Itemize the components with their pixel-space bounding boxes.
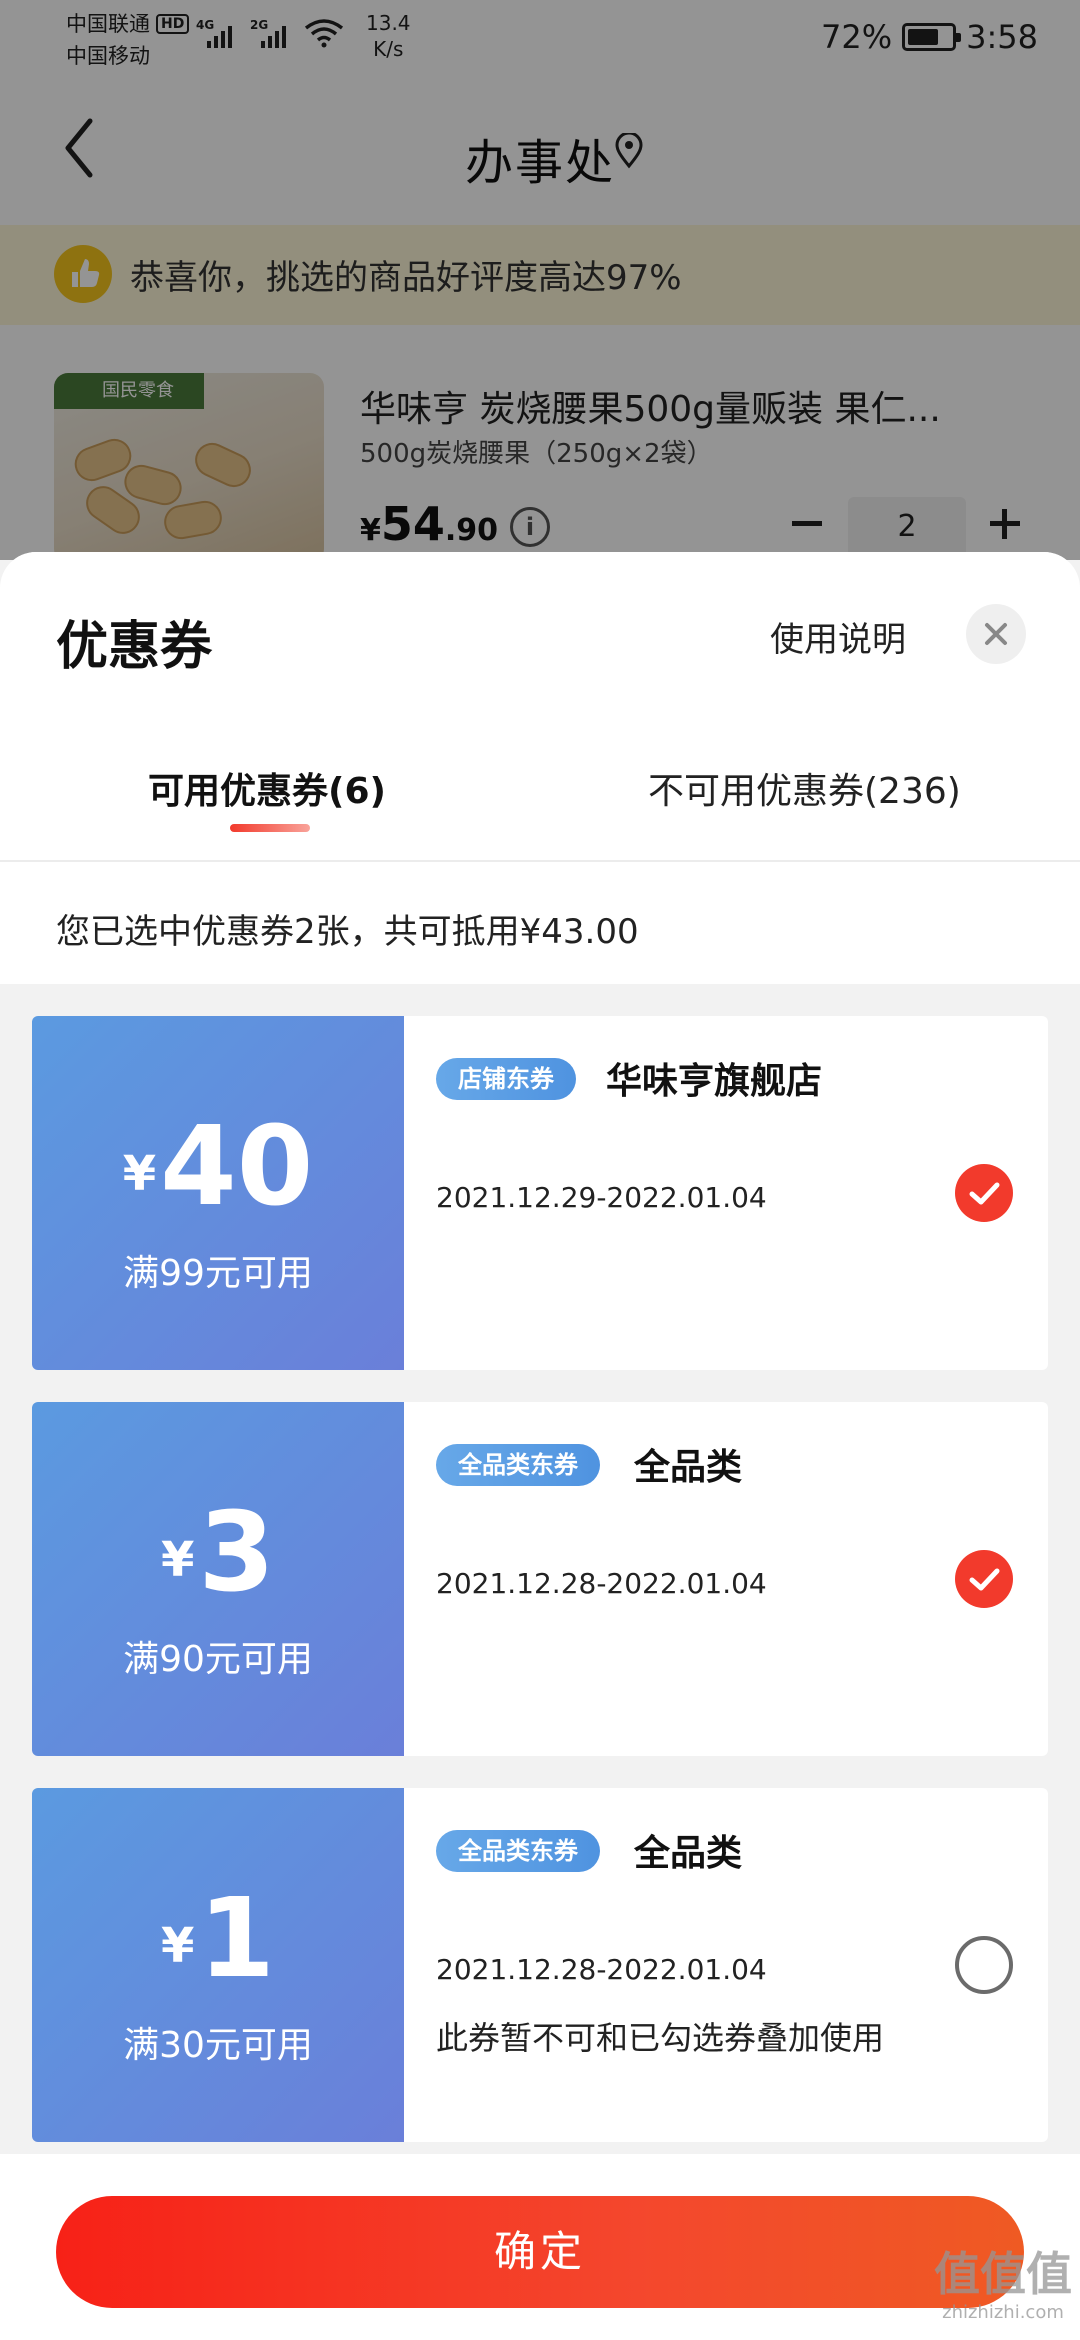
tab-unavailable-coupons[interactable]: 不可用优惠券(236) (648, 762, 961, 814)
site-watermark: 值值值 zhizhizhi.com (928, 2246, 1078, 2340)
coupon-type-tag: 店铺东券 (436, 1058, 576, 1100)
coupon-scope: 全品类 (634, 1833, 743, 1874)
coupon-threshold: 满30元可用 (123, 2025, 313, 2066)
coupon-threshold: 满90元可用 (123, 1639, 313, 1680)
coupon-card[interactable]: ¥40 满99元可用 店铺东券 华味亨旗舰店 2021.12.29-2022.0… (32, 1016, 1048, 1370)
close-icon (985, 623, 1007, 645)
coupon-scope: 华味亨旗舰店 (606, 1061, 823, 1102)
coupon-amount: ¥3 (161, 1488, 275, 1616)
coupon-card[interactable]: ¥3 满90元可用 全品类东券 全品类 2021.12.28-2022.01.0… (32, 1402, 1048, 1756)
coupon-value-panel: ¥40 满99元可用 (32, 1016, 404, 1370)
sheet-header: 优惠券 使用说明 可用优惠券(6) 不可用优惠券(236) (0, 552, 1080, 862)
summary-text: 您已选中优惠券2张，共可抵用¥43.00 (56, 912, 639, 952)
tab-available-coupons[interactable]: 可用优惠券(6) (148, 762, 386, 814)
watermark-url: zhizhizhi.com (942, 2302, 1064, 2323)
coupon-checkbox[interactable] (955, 1550, 1013, 1608)
coupon-stack-note: 此券暂不可和已勾选券叠加使用 (436, 2019, 885, 2057)
sheet-title: 优惠券 (56, 617, 213, 677)
coupon-checkbox[interactable] (955, 1164, 1013, 1222)
usage-instructions-link[interactable]: 使用说明 (770, 612, 906, 661)
coupon-validity: 2021.12.28-2022.01.04 (436, 1567, 767, 1600)
active-tab-indicator (230, 824, 310, 832)
modal-scrim[interactable] (0, 0, 1080, 560)
coupon-scope: 全品类 (634, 1447, 743, 1488)
coupon-amount: ¥1 (161, 1874, 275, 2002)
watermark-logo: 值值值 (934, 2247, 1072, 2301)
coupon-card[interactable]: ¥1 满30元可用 全品类东券 全品类 2021.12.28-2022.01.0… (32, 1788, 1048, 2142)
coupon-value-panel: ¥3 满90元可用 (32, 1402, 404, 1756)
confirm-button[interactable]: 确定 (56, 2196, 1024, 2308)
coupon-amount: ¥40 (122, 1102, 314, 1230)
coupon-type-tag: 全品类东券 (436, 1444, 600, 1486)
coupon-threshold: 满99元可用 (123, 1253, 313, 1294)
coupon-sheet: 优惠券 使用说明 可用优惠券(6) 不可用优惠券(236) 您已选中优惠券2张，… (0, 552, 1080, 2340)
sheet-footer: 确定 (0, 2154, 1080, 2340)
selection-summary: 您已选中优惠券2张，共可抵用¥43.00 (0, 862, 1080, 984)
close-button[interactable] (966, 604, 1026, 664)
coupon-validity: 2021.12.28-2022.01.04 (436, 1953, 767, 1986)
checkmark-icon (969, 1182, 1000, 1205)
coupon-checkbox[interactable] (955, 1936, 1013, 1994)
coupon-value-panel: ¥1 满30元可用 (32, 1788, 404, 2142)
coupon-validity: 2021.12.29-2022.01.04 (436, 1181, 767, 1214)
coupon-type-tag: 全品类东券 (436, 1830, 600, 1872)
checkmark-icon (969, 1568, 1000, 1591)
